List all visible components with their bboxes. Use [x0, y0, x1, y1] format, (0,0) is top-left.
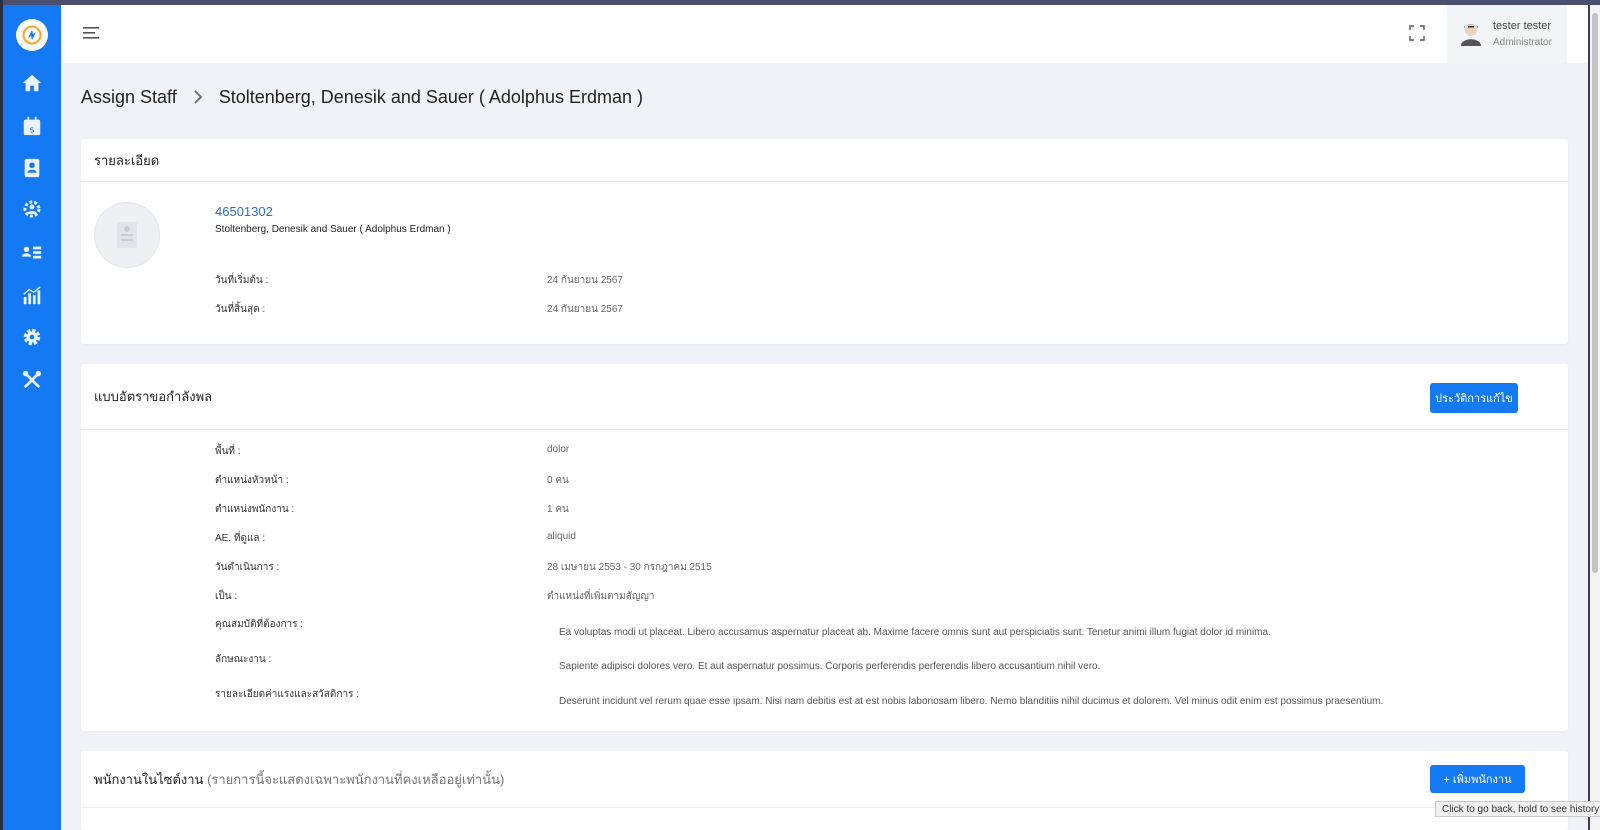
field-value: ตำแหน่งที่เพิ่มตามสัญญา — [547, 591, 655, 602]
site-staff-card: พนักงานในไซต์งาน (รายการนี้จะแสดงเฉพาะพน… — [81, 751, 1568, 830]
settings-icon[interactable] — [20, 325, 44, 349]
user-name: tester tester — [1493, 19, 1552, 32]
field-label: เป็น : — [215, 591, 238, 602]
svg-text:$: $ — [29, 124, 34, 134]
field-value: 28 เมษายน 2553 - 30 กรกฎาคม 2515 — [547, 562, 712, 573]
field-value: dolor — [547, 444, 570, 455]
calendar-dollar-icon[interactable]: $ — [20, 114, 44, 138]
field-value: 0 คน — [547, 475, 569, 486]
qualifications-label: คุณสมบัติที่ต้องการ : — [215, 619, 304, 630]
field-label: ตำแหน่งพนักงาน : — [215, 504, 295, 515]
details-card-title: รายละเอียด — [81, 139, 1568, 182]
start-date-label: วันที่เริ่มต้น : — [215, 275, 269, 286]
tools-icon[interactable] — [20, 368, 44, 392]
page-scrollbar[interactable] — [1590, 5, 1600, 830]
document-placeholder-icon — [94, 202, 160, 268]
field-label: วันดำเนินการ : — [215, 562, 280, 573]
team-gear-icon[interactable] — [20, 198, 44, 222]
company-name: Stoltenberg, Denesik and Sauer ( Adolphu… — [215, 224, 451, 235]
qualifications-value: Ea voluptas modi ut placeat. Libero accu… — [559, 627, 1271, 638]
back-button-tooltip: Click to go back, hold to see history — [1435, 801, 1600, 817]
start-date-value: 24 กันยายน 2567 — [547, 275, 623, 286]
edit-history-button[interactable]: ประวัติการแก้ไข — [1430, 383, 1518, 413]
chart-icon[interactable] — [20, 284, 44, 308]
wage-welfare-label: รายละเอียดค่าแรงและสวัสดิการ : — [215, 689, 359, 700]
field-value: 1 คน — [547, 504, 569, 515]
wage-welfare-value: Deserunt incidunt vel rerum quae esse ip… — [559, 696, 1384, 707]
field-label: AE. ที่ดูแล : — [215, 533, 266, 544]
chevron-right-icon — [194, 90, 203, 104]
details-card: รายละเอียด 46501302 Stoltenberg, Denesik… — [81, 139, 1568, 344]
end-date-label: วันที่สิ้นสุด : — [215, 304, 266, 315]
field-label: พื้นที่ : — [215, 446, 241, 457]
breadcrumb: Assign Staff Stoltenberg, Denesik and Sa… — [81, 85, 643, 109]
breadcrumb-current: Stoltenberg, Denesik and Sauer ( Adolphu… — [218, 86, 643, 107]
user-role: Administrator — [1493, 36, 1552, 48]
field-value: aliquid — [547, 531, 576, 542]
app-logo[interactable] — [16, 19, 48, 51]
menu-toggle-icon[interactable] — [81, 23, 103, 45]
home-icon[interactable] — [20, 71, 44, 95]
staff-list-icon[interactable] — [20, 241, 44, 265]
main-content: tester tester Administrator Assign Staff… — [61, 5, 1588, 830]
job-description-value: Sapiente adipisci dolores vero. Et aut a… — [559, 661, 1101, 672]
add-staff-button[interactable]: + เพิ่มพนักงาน — [1430, 765, 1525, 793]
staffing-card: แบบอัตราขอกำลังพล ประวัติการแก้ไข พื้นที… — [81, 364, 1568, 731]
top-header: tester tester Administrator — [61, 5, 1588, 63]
breadcrumb-root[interactable]: Assign Staff — [81, 87, 177, 108]
job-description-label: ลักษณะงาน : — [215, 654, 272, 665]
sidebar: $ — [3, 5, 61, 830]
field-label: ตำแหน่งหัวหน้า : — [215, 475, 289, 486]
site-staff-title: พนักงานในไซต์งาน — [94, 771, 204, 787]
scrollbar-thumb[interactable] — [1592, 13, 1598, 573]
contact-book-icon[interactable] — [20, 156, 44, 180]
fullscreen-icon[interactable] — [1409, 25, 1427, 43]
staffing-card-header: แบบอัตราขอกำลังพล ประวัติการแก้ไข — [81, 364, 1568, 430]
contract-code-link[interactable]: 46501302 — [215, 204, 273, 219]
staffing-card-title: แบบอัตราขอกำลังพล — [94, 389, 213, 404]
site-staff-card-header: พนักงานในไซต์งาน (รายการนี้จะแสดงเฉพาะพน… — [81, 751, 1568, 808]
user-menu[interactable]: tester tester Administrator — [1447, 5, 1567, 63]
avatar — [1459, 21, 1483, 47]
end-date-value: 24 กันยายน 2567 — [547, 304, 623, 315]
site-staff-note: (รายการนี้จะแสดงเฉพาะพนักงานที่คงเหลืออย… — [207, 771, 505, 787]
